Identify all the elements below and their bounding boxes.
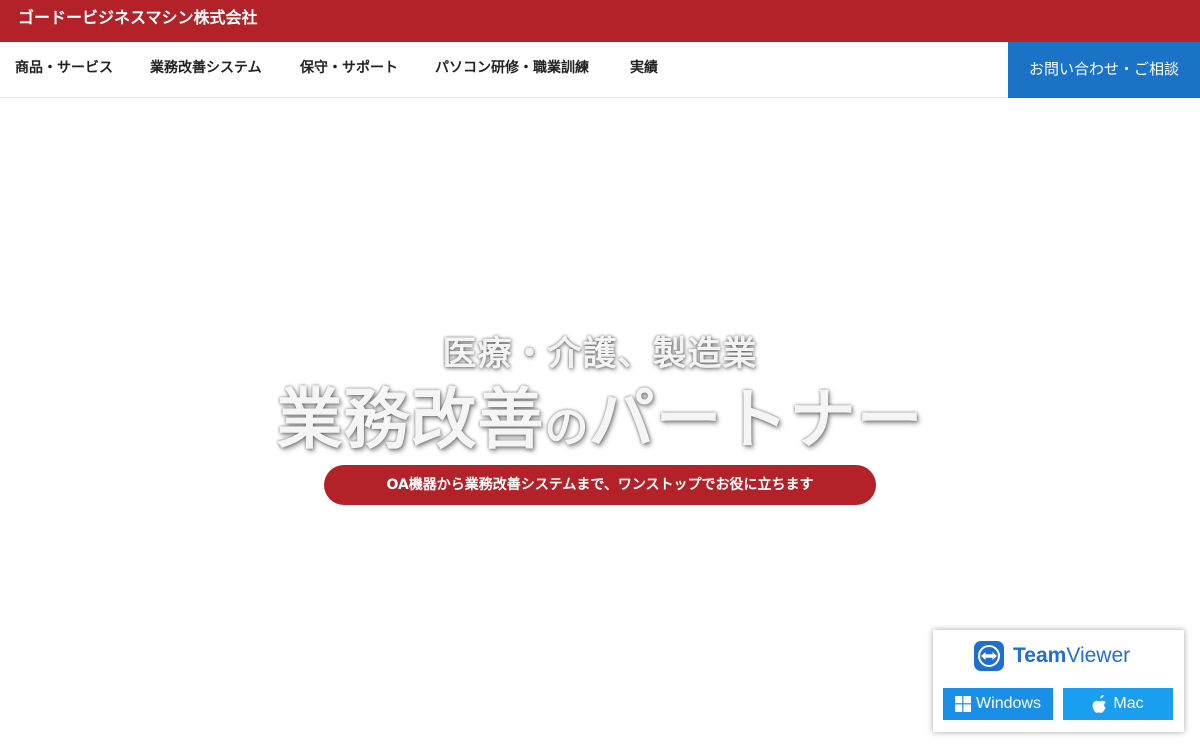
main-nav: 商品・サービス 業務改善システム 保守・サポート パソコン研修・職業訓練 実績 …: [0, 42, 1200, 98]
windows-label: Windows: [976, 695, 1041, 712]
windows-icon: [955, 696, 972, 712]
teamviewer-windows-button[interactable]: Windows: [943, 688, 1053, 720]
mac-label: Mac: [1113, 695, 1144, 712]
nav-item-results[interactable]: 実績: [630, 42, 658, 98]
teamviewer-widget: TeamViewer Windows Mac: [933, 630, 1184, 732]
nav-item-business-systems[interactable]: 業務改善システム: [150, 42, 262, 98]
teamviewer-icon: [974, 641, 1004, 671]
teamviewer-logo: TeamViewer: [973, 640, 1130, 672]
nav-item-maintenance[interactable]: 保守・サポート: [300, 42, 398, 98]
nav-item-pc-training[interactable]: パソコン研修・職業訓練: [435, 42, 589, 98]
top-bar: ゴードービジネスマシン株式会社: [0, 0, 1200, 42]
hero-tagline-pill: OA機器から業務改善システムまで、ワンストップでお役に立ちます: [324, 465, 876, 505]
nav-item-products[interactable]: 商品・サービス: [15, 42, 113, 98]
contact-button[interactable]: お問い合わせ・ご相談: [1008, 42, 1200, 98]
teamviewer-mac-button[interactable]: Mac: [1063, 688, 1173, 720]
hero-title-end: パートナー: [588, 381, 924, 458]
apple-icon: [1092, 695, 1107, 713]
hero-title: 業務改善のパートナー: [0, 366, 1200, 462]
company-logo[interactable]: ゴードービジネスマシン株式会社: [18, 8, 258, 28]
hero-title-particle: の: [544, 402, 589, 453]
teamviewer-wordmark: TeamViewer: [1013, 644, 1131, 667]
hero-title-main: 業務改善: [276, 381, 545, 458]
